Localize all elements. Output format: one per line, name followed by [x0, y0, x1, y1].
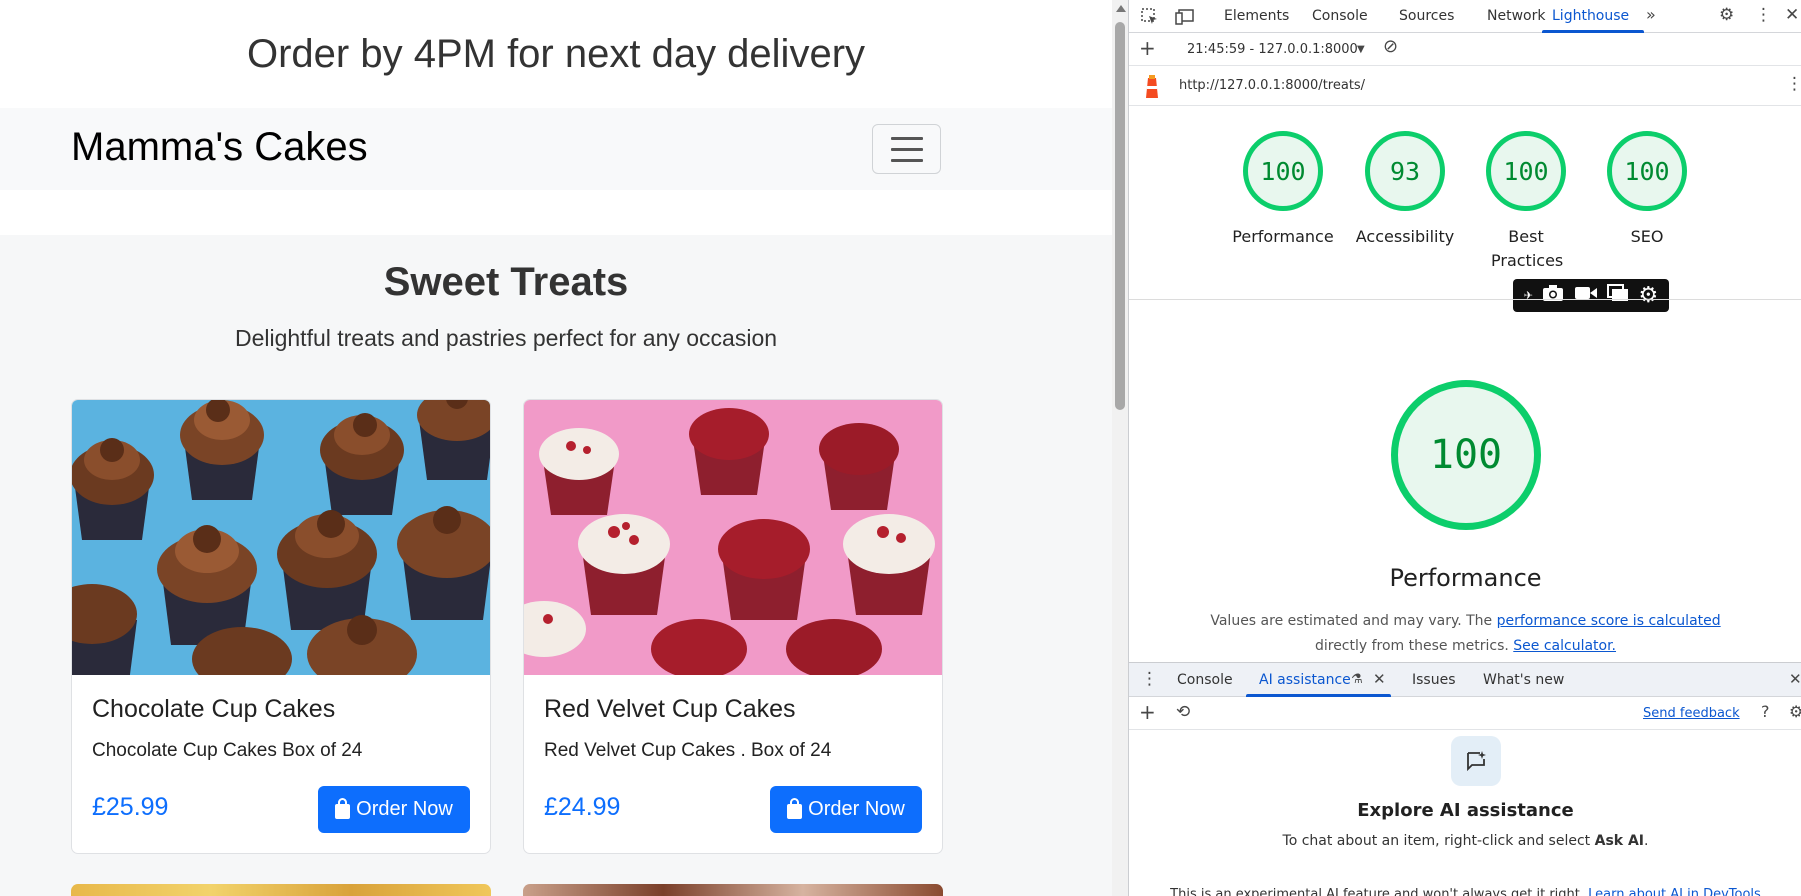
devtools-drawer: ⋮ Console AI assistance ⚗ ✕ Issues What'…	[1129, 662, 1801, 896]
drawer-tab-whats-new[interactable]: What's new	[1483, 672, 1564, 688]
lighthouse-toolbar: + 21:45:59 - 127.0.0.1:8000 ▼ ⊘	[1129, 33, 1801, 66]
product-card-image-partial	[71, 884, 491, 896]
hamburger-line	[890, 136, 923, 140]
screenshot-toolbar: ✈ ⚙	[1513, 279, 1669, 312]
product-description: Chocolate Cup Cakes Box of 24	[92, 740, 363, 761]
ai-assistance-toolbar: + ⟲ Send feedback ? ⚙	[1129, 697, 1801, 730]
seo-score-gauge[interactable]: 100	[1607, 131, 1687, 211]
camera-icon[interactable]	[1542, 284, 1564, 307]
devtools-panel: Elements Console Sources Network Lightho…	[1128, 0, 1801, 896]
new-report-plus-icon[interactable]: +	[1139, 38, 1156, 58]
products-section: Sweet Treats Delightful treats and pastr…	[0, 235, 1112, 896]
ai-assistance-icon	[1451, 736, 1501, 786]
drawer-tab-ai-assistance[interactable]: AI assistance	[1259, 672, 1351, 688]
page-scrollbar[interactable]	[1112, 0, 1128, 896]
product-card: Chocolate Cup Cakes Chocolate Cup Cakes …	[71, 399, 491, 854]
audited-url: http://127.0.0.1:8000/treats/	[1179, 78, 1366, 93]
shopping-bag-icon	[335, 797, 351, 819]
delivery-banner: Order by 4PM for next day delivery	[0, 0, 1112, 108]
performance-note-line2: directly from these metrics. See calcula…	[1314, 638, 1617, 654]
send-feedback-link[interactable]: Send feedback	[1643, 706, 1740, 721]
order-now-label: Order Now	[356, 798, 453, 820]
delivery-banner-text: Order by 4PM for next day delivery	[246, 31, 866, 76]
chevron-down-icon[interactable]: ▼	[1357, 42, 1365, 58]
more-tabs-icon[interactable]: »	[1646, 7, 1656, 23]
performance-heading: Performance	[1389, 564, 1542, 592]
performance-score-link[interactable]: performance score is calculated	[1497, 613, 1721, 629]
drawer-tab-console[interactable]: Console	[1177, 672, 1233, 688]
order-now-button[interactable]: Order Now	[318, 786, 470, 833]
clear-reports-icon[interactable]: ⊘	[1383, 38, 1398, 56]
close-drawer-icon[interactable]: ✕	[1789, 671, 1801, 687]
tab-lighthouse[interactable]: Lighthouse	[1552, 8, 1629, 24]
product-price: £24.99	[544, 793, 621, 821]
copy-screens-icon[interactable]	[1607, 284, 1629, 307]
menu-toggle-button[interactable]	[872, 124, 941, 174]
best-practices-score-gauge[interactable]: 100	[1486, 131, 1566, 211]
product-price: £25.99	[92, 793, 169, 821]
tab-console[interactable]: Console	[1312, 8, 1368, 24]
see-calculator-link[interactable]: See calculator.	[1513, 638, 1616, 654]
report-menu-icon[interactable]: ⋮	[1786, 76, 1801, 93]
history-icon[interactable]: ⟲	[1176, 704, 1190, 721]
product-card-image-partial	[523, 884, 943, 896]
drawer-tab-issues[interactable]: Issues	[1412, 672, 1456, 688]
tab-network[interactable]: Network	[1487, 8, 1545, 24]
scroll-up-arrow-icon[interactable]	[1116, 5, 1126, 12]
brand-logo[interactable]: Mamma's Cakes	[71, 125, 368, 170]
website-viewport: Order by 4PM for next day delivery Mamma…	[0, 0, 1112, 896]
settings-gear-icon[interactable]: ⚙	[1719, 7, 1734, 24]
device-toolbar-icon[interactable]	[1175, 8, 1195, 29]
lighthouse-url-bar: http://127.0.0.1:8000/treats/ ⋮	[1129, 66, 1801, 106]
performance-score-gauge[interactable]: 100	[1243, 131, 1323, 211]
ai-assistance-title: Explore AI assistance	[1357, 800, 1574, 821]
shopping-bag-icon	[787, 797, 803, 819]
experiment-flask-icon: ⚗	[1351, 672, 1363, 687]
performance-score-label: Performance	[1232, 227, 1334, 246]
tab-elements[interactable]: Elements	[1224, 8, 1289, 24]
navbar: Mamma's Cakes	[0, 108, 1112, 190]
lighthouse-logo-icon	[1141, 74, 1163, 104]
red-velvet-cupcakes-image	[524, 400, 942, 675]
hamburger-line	[890, 147, 923, 151]
page-title: Sweet Treats	[383, 260, 629, 304]
inspect-element-icon[interactable]	[1141, 8, 1159, 29]
seo-score-label: SEO	[1630, 227, 1664, 246]
close-tab-icon[interactable]: ✕	[1373, 671, 1386, 687]
kebab-menu-icon[interactable]: ⋮	[1755, 7, 1772, 24]
chocolate-cupcakes-image	[72, 400, 490, 675]
help-icon[interactable]: ?	[1761, 704, 1770, 720]
ai-settings-gear-icon[interactable]: ⚙	[1789, 704, 1801, 720]
tab-sources[interactable]: Sources	[1399, 8, 1454, 24]
devtools-main-tabbar: Elements Console Sources Network Lightho…	[1129, 0, 1801, 33]
toolbar-settings-gear-icon[interactable]: ⚙	[1639, 283, 1659, 308]
accessibility-score-label: Accessibility	[1355, 227, 1455, 246]
hamburger-line	[890, 158, 923, 162]
product-card: Red Velvet Cup Cakes Red Velvet Cup Cake…	[523, 399, 943, 854]
ai-assistance-description: To chat about an item, right-click and s…	[1282, 833, 1649, 849]
best-practices-score-label: Best Practices	[1491, 227, 1564, 270]
drawer-tabbar: ⋮ Console AI assistance ⚗ ✕ Issues What'…	[1129, 663, 1801, 697]
order-now-button[interactable]: Order Now	[770, 786, 922, 833]
video-camera-icon[interactable]	[1574, 285, 1598, 306]
product-name: Red Velvet Cup Cakes	[544, 695, 796, 723]
close-devtools-icon[interactable]: ✕	[1785, 7, 1799, 24]
accessibility-score-gauge[interactable]: 93	[1365, 131, 1445, 211]
order-now-label: Order Now	[808, 798, 905, 820]
drawer-menu-icon[interactable]: ⋮	[1141, 671, 1158, 688]
page-subtitle: Delightful treats and pastries perfect f…	[234, 325, 778, 351]
scrollbar-thumb[interactable]	[1115, 22, 1125, 410]
ai-disclaimer: This is an experimental AI feature and w…	[1129, 887, 1801, 896]
product-description: Red Velvet Cup Cakes . Box of 24	[544, 740, 832, 761]
main-performance-gauge: 100	[1391, 380, 1541, 530]
new-chat-plus-icon[interactable]: +	[1139, 702, 1156, 722]
rocket-icon[interactable]: ✈	[1524, 289, 1533, 302]
learn-about-ai-link[interactable]: Learn about AI in DevTools	[1588, 887, 1761, 896]
performance-note-line1: Values are estimated and may vary. The p…	[1210, 613, 1721, 629]
report-selector[interactable]: 21:45:59 - 127.0.0.1:8000	[1187, 42, 1358, 57]
product-name: Chocolate Cup Cakes	[92, 695, 336, 723]
